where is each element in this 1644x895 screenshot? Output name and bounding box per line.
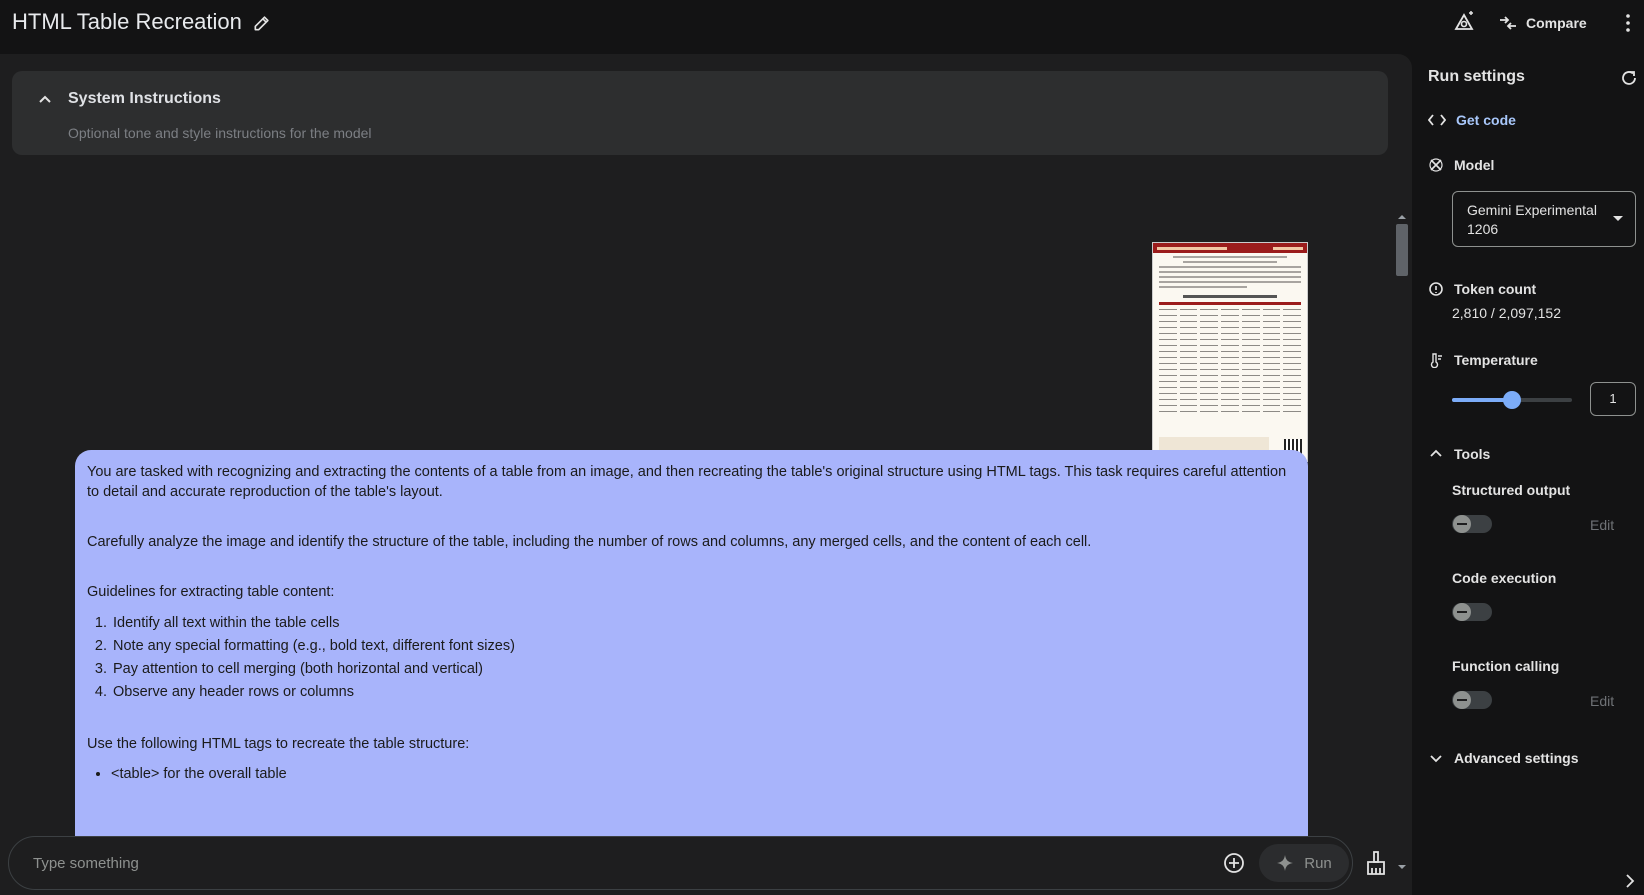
slider-knob[interactable]	[1503, 391, 1521, 409]
chevron-right-icon[interactable]	[1624, 873, 1636, 889]
temperature-text: Temperature	[1454, 352, 1538, 368]
run-settings-panel: Run settings Get code Model Gemini Exper…	[1412, 46, 1644, 895]
structured-output-label: Structured output	[1452, 482, 1571, 498]
structured-output-edit-link[interactable]: Edit	[1590, 517, 1614, 533]
function-calling-edit-link[interactable]: Edit	[1590, 693, 1614, 709]
message-paragraph: Guidelines for extracting table content:	[87, 584, 335, 600]
code-execution-toggle[interactable]	[1452, 603, 1492, 621]
clear-chat-icon[interactable]	[1364, 850, 1388, 876]
get-code-link[interactable]: Get code	[1428, 112, 1516, 128]
chevron-up-icon	[1430, 449, 1442, 457]
list-item: Note any special formatting (e.g., bold …	[111, 635, 1296, 658]
temperature-input[interactable]: 1	[1590, 382, 1636, 416]
list-item: <table> for the overall table	[111, 764, 1296, 784]
advanced-settings-toggle[interactable]: Advanced settings	[1428, 750, 1578, 766]
structured-output-toggle[interactable]	[1452, 515, 1492, 533]
model-select[interactable]: Gemini Experimental 1206	[1452, 191, 1636, 247]
message-viewport: You are tasked with recognizing and extr…	[0, 0, 1412, 836]
scroll-down-arrow-icon[interactable]	[1398, 863, 1406, 871]
tags-list: <table> for the overall table	[111, 764, 1296, 784]
list-item: Pay attention to cell merging (both hori…	[111, 658, 1296, 681]
code-execution-label: Code execution	[1452, 570, 1557, 586]
code-icon	[1428, 114, 1446, 126]
temperature-slider[interactable]	[1452, 390, 1572, 410]
app-window: HTML Table Recreation Compare System Ins…	[0, 0, 1644, 895]
more-vert-icon[interactable]	[1618, 12, 1638, 34]
prompt-input[interactable]	[33, 851, 1133, 875]
user-message-bubble[interactable]: You are tasked with recognizing and extr…	[75, 450, 1308, 836]
message-paragraph: Carefully analyze the image and identify…	[87, 534, 1092, 550]
temperature-label: Temperature	[1428, 352, 1538, 368]
model-value: Gemini Experimental 1206	[1467, 202, 1597, 237]
advanced-settings-label: Advanced settings	[1454, 750, 1579, 766]
sparkle-icon	[1277, 855, 1294, 871]
compare-icon	[1500, 16, 1516, 30]
function-calling-label: Function calling	[1452, 658, 1560, 674]
compare-button[interactable]: Compare	[1498, 10, 1587, 36]
refresh-icon[interactable]	[1620, 69, 1638, 87]
function-calling-toggle[interactable]	[1452, 691, 1492, 709]
tools-section-toggle[interactable]: Tools	[1428, 446, 1490, 462]
guidelines-list: Identify all text within the table cells…	[111, 612, 1296, 704]
message-paragraph: You are tasked with recognizing and extr…	[87, 464, 1287, 500]
model-section-label: Model	[1428, 157, 1494, 173]
dropdown-arrow-icon	[1613, 216, 1623, 221]
tools-label: Tools	[1454, 446, 1491, 462]
message-paragraph: Use the following HTML tags to recreate …	[87, 736, 470, 752]
prompt-bar: Run	[8, 836, 1353, 890]
token-icon	[1429, 282, 1443, 296]
model-icon	[1429, 158, 1443, 172]
get-code-label: Get code	[1456, 112, 1516, 128]
add-circle-icon[interactable]	[1222, 851, 1246, 875]
chevron-down-icon	[1430, 755, 1442, 763]
list-item: Observe any header rows or columns	[111, 681, 1296, 704]
compare-label: Compare	[1526, 15, 1587, 31]
token-label: Token count	[1454, 281, 1537, 297]
run-label: Run	[1304, 854, 1332, 872]
run-settings-title: Run settings	[1428, 68, 1525, 85]
thermometer-icon	[1430, 353, 1442, 368]
token-count-label: Token count	[1428, 281, 1536, 297]
run-button[interactable]: Run	[1259, 844, 1349, 882]
magic-icon[interactable]	[1452, 10, 1476, 34]
list-item: Identify all text within the table cells	[111, 612, 1296, 635]
token-count-value: 2,810 / 2,097,152	[1452, 305, 1561, 321]
model-label: Model	[1454, 157, 1495, 173]
